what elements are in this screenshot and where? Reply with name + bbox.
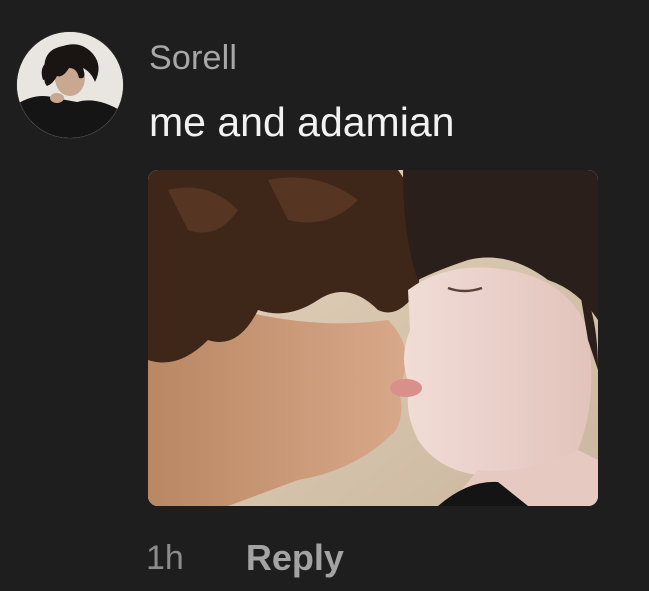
comment-timestamp: 1h	[146, 539, 184, 577]
attached-photo[interactable]	[148, 170, 598, 506]
avatar-image	[17, 32, 123, 138]
comment-text: me and adamian	[149, 99, 455, 145]
reply-button[interactable]: Reply	[246, 534, 344, 582]
user-avatar[interactable]	[17, 32, 123, 138]
username[interactable]: Sorell	[149, 36, 237, 80]
comment-item: Sorell me and adamian 1h Reply	[0, 0, 649, 591]
comment-meta: 1h Reply	[146, 534, 344, 582]
photo-content	[148, 170, 598, 506]
